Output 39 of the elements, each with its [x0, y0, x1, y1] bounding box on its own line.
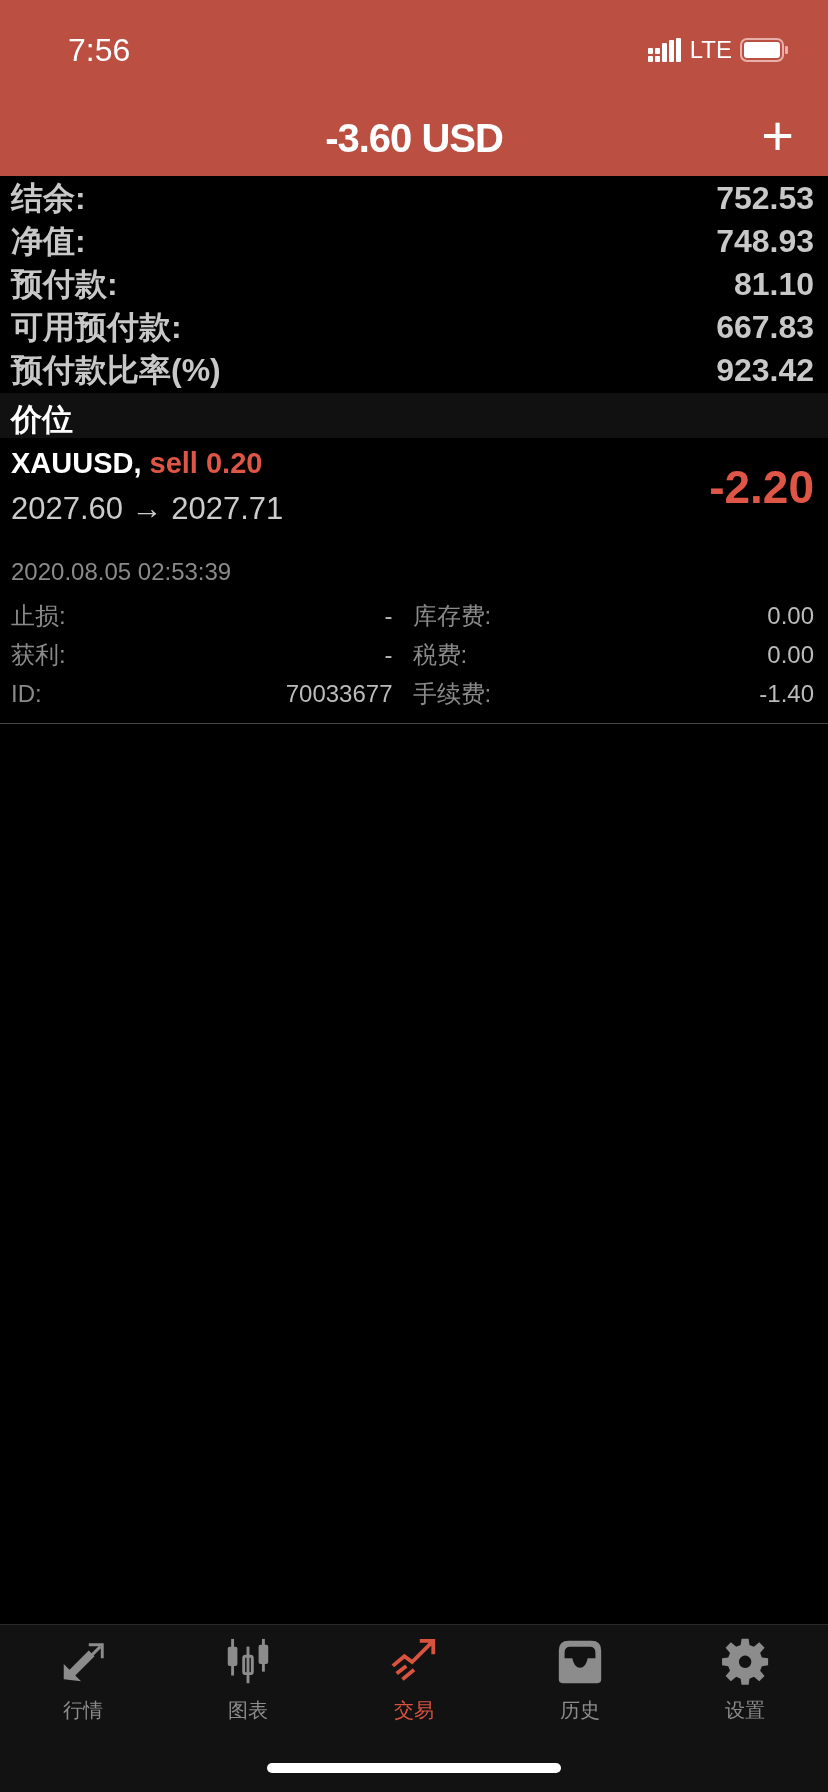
- detail-label: ID:: [11, 678, 43, 709]
- summary-label: 结余:: [11, 178, 86, 218]
- balance-title: -3.60 USD: [325, 115, 503, 162]
- symbol-label: XAUUSD,: [11, 446, 142, 481]
- tab-item[interactable]: 设置: [662, 1637, 828, 1725]
- add-button[interactable]: +: [761, 108, 794, 164]
- detail-value: -: [383, 639, 394, 670]
- summary-value: 748.93: [716, 221, 814, 261]
- tab-item[interactable]: 历史: [496, 1637, 663, 1725]
- network-label: LTE: [689, 35, 732, 65]
- summary-label: 预付款:: [11, 264, 118, 304]
- tab-item[interactable]: 行情: [0, 1637, 166, 1725]
- summary-label: 净值:: [11, 221, 86, 261]
- battery-icon: [740, 38, 788, 62]
- section-header: 价位: [0, 393, 828, 438]
- price-range: 2027.60 → 2027.71: [11, 489, 284, 528]
- summary-value: 81.10: [733, 264, 814, 304]
- detail-label: 税费:: [412, 639, 469, 670]
- summary-value: 752.53: [716, 178, 814, 218]
- status-time: 7:56: [68, 31, 131, 70]
- summary-value: 667.83: [716, 307, 814, 347]
- tab-item[interactable]: 图表: [165, 1637, 332, 1725]
- detail-label: 库存费:: [412, 600, 493, 631]
- open-time: 2020.08.05 02:53:39: [11, 558, 232, 585]
- summary-label: 预付款比率(%): [11, 350, 221, 390]
- detail-value: -1.40: [758, 678, 814, 709]
- detail-value: 0.00: [766, 639, 814, 670]
- detail-label: 止损:: [11, 600, 67, 631]
- order-label: sell 0.20: [149, 446, 263, 481]
- detail-label: 获利:: [11, 639, 67, 670]
- profit-value: -2.20: [709, 459, 814, 515]
- detail-value: 70033677: [284, 678, 394, 709]
- detail-value: 0.00: [766, 600, 814, 631]
- summary-value: 923.42: [716, 350, 814, 390]
- signal-icon: [647, 38, 682, 62]
- detail-label: 手续费:: [412, 678, 493, 709]
- detail-value: -: [383, 600, 394, 631]
- tab-item[interactable]: 交易: [331, 1637, 497, 1725]
- summary-label: 可用预付款:: [11, 307, 182, 347]
